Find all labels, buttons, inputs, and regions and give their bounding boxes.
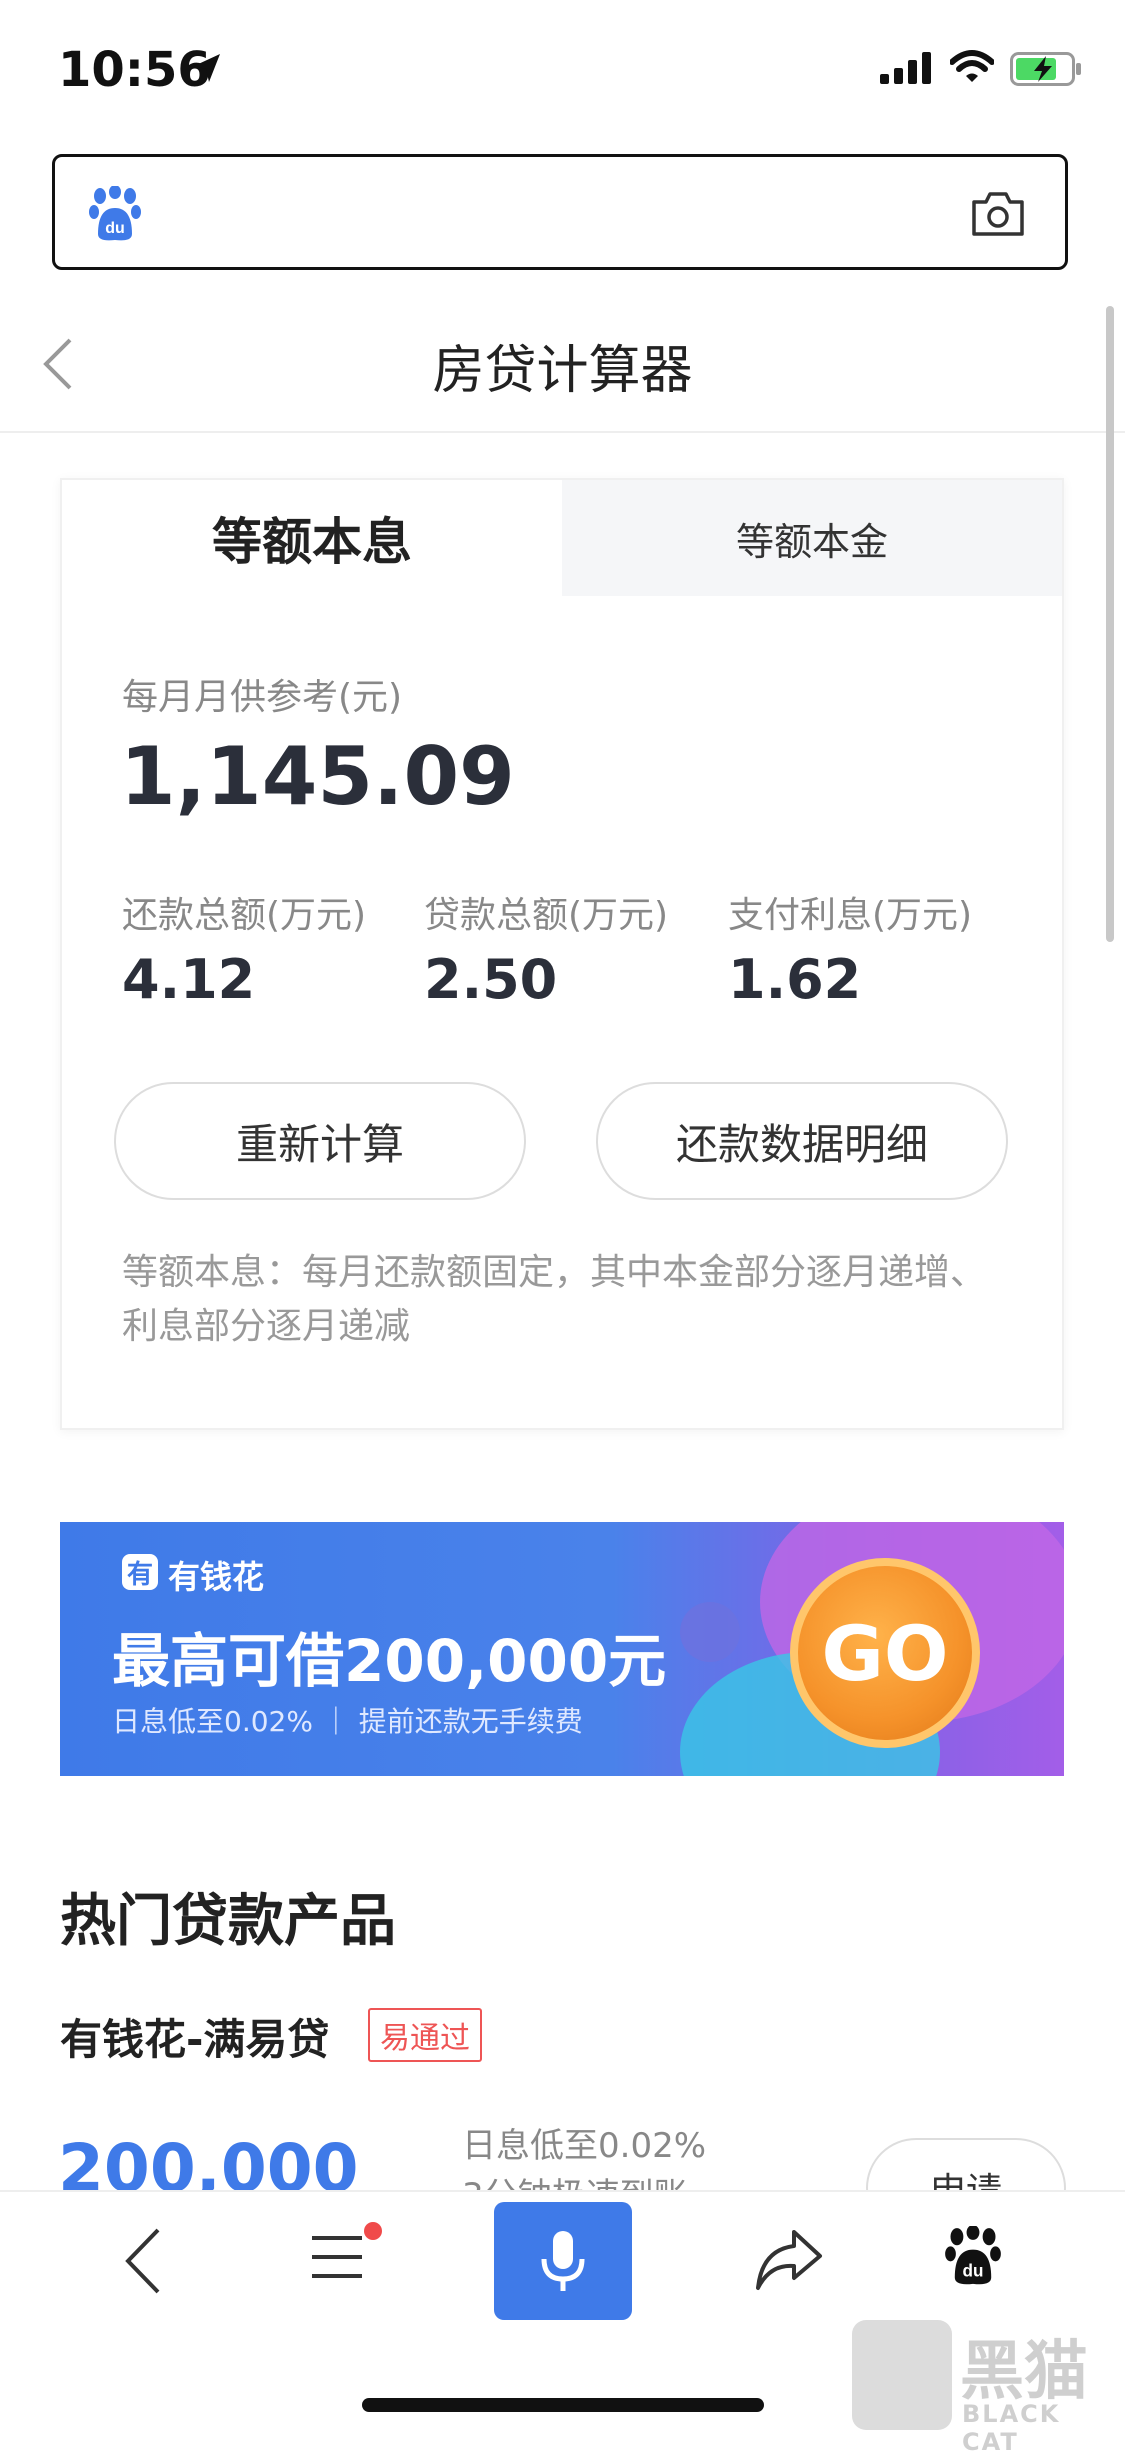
camera-icon[interactable] — [970, 190, 1026, 242]
banner-decoration — [680, 1602, 740, 1662]
back-icon[interactable] — [120, 2226, 164, 2300]
header-divider — [0, 431, 1125, 433]
svg-text:du: du — [105, 220, 125, 237]
wifi-icon — [949, 50, 995, 88]
menu-icon[interactable] — [310, 2230, 364, 2288]
tab-equal-principal[interactable]: 等额本金 — [562, 480, 1062, 596]
section-title: 热门贷款产品 — [60, 1889, 396, 1954]
baidu-paw-icon[interactable]: du — [88, 185, 142, 246]
battery-charging-icon — [1010, 52, 1082, 90]
product-name[interactable]: 有钱花-满易贷 — [60, 2006, 329, 2067]
monthly-payment-value: 1,145.09 — [120, 730, 515, 823]
banner-brand: 有钱花 — [168, 1558, 265, 1596]
status-time: 10:56 — [58, 42, 211, 98]
monthly-payment-label: 每月月供参考(元) — [122, 677, 403, 718]
microphone-icon[interactable] — [494, 2202, 632, 2320]
interest-paid-label: 支付利息(万元) — [728, 895, 973, 936]
recalculate-button[interactable]: 重新计算 — [114, 1082, 526, 1200]
interest-paid-value: 1.62 — [728, 948, 862, 1011]
loan-amount-label: 贷款总额(万元) — [424, 895, 669, 936]
svg-text:du: du — [963, 2260, 984, 2280]
cellular-signal-icon — [880, 52, 932, 88]
watermark-text: 黑猫 — [960, 2335, 1088, 2409]
brand-logo-icon: 有 — [122, 1554, 158, 1590]
scrollbar[interactable] — [1106, 306, 1114, 942]
total-repayment-label: 还款总额(万元) — [122, 895, 367, 936]
baidu-paw-icon[interactable]: du — [944, 2224, 1002, 2290]
banner-headline: 最高可借200,000元 — [112, 1627, 667, 1695]
product-rate: 日息低至0.02% — [462, 2126, 707, 2166]
total-repayment-value: 4.12 — [122, 948, 256, 1011]
go-button[interactable]: GO — [790, 1558, 980, 1748]
loan-amount-value: 2.50 — [424, 948, 558, 1011]
tab-equal-installment[interactable]: 等额本息 — [62, 480, 562, 596]
share-icon[interactable] — [754, 2228, 824, 2296]
search-input[interactable] — [52, 154, 1068, 270]
watermark-subtext: BLACK CAT — [962, 2400, 1061, 2456]
promo-banner[interactable]: 有 有钱花 最高可借200,000元 日息低至0.02% ｜ 提前还款无手续费 … — [60, 1522, 1064, 1776]
repayment-detail-button[interactable]: 还款数据明细 — [596, 1082, 1008, 1200]
page-title: 房贷计算器 — [432, 341, 693, 401]
location-arrow-icon — [192, 52, 222, 88]
home-indicator[interactable] — [362, 2398, 764, 2412]
banner-subline: 日息低至0.02% ｜ 提前还款无手续费 — [112, 1705, 583, 1738]
notification-dot — [364, 2222, 382, 2240]
watermark-cat-icon — [852, 2320, 952, 2430]
product-badge: 易通过 — [368, 2008, 482, 2062]
method-description: 等额本息：每月还款额固定，其中本金部分逐月递增、利息部分逐月递减 — [122, 1252, 987, 1347]
